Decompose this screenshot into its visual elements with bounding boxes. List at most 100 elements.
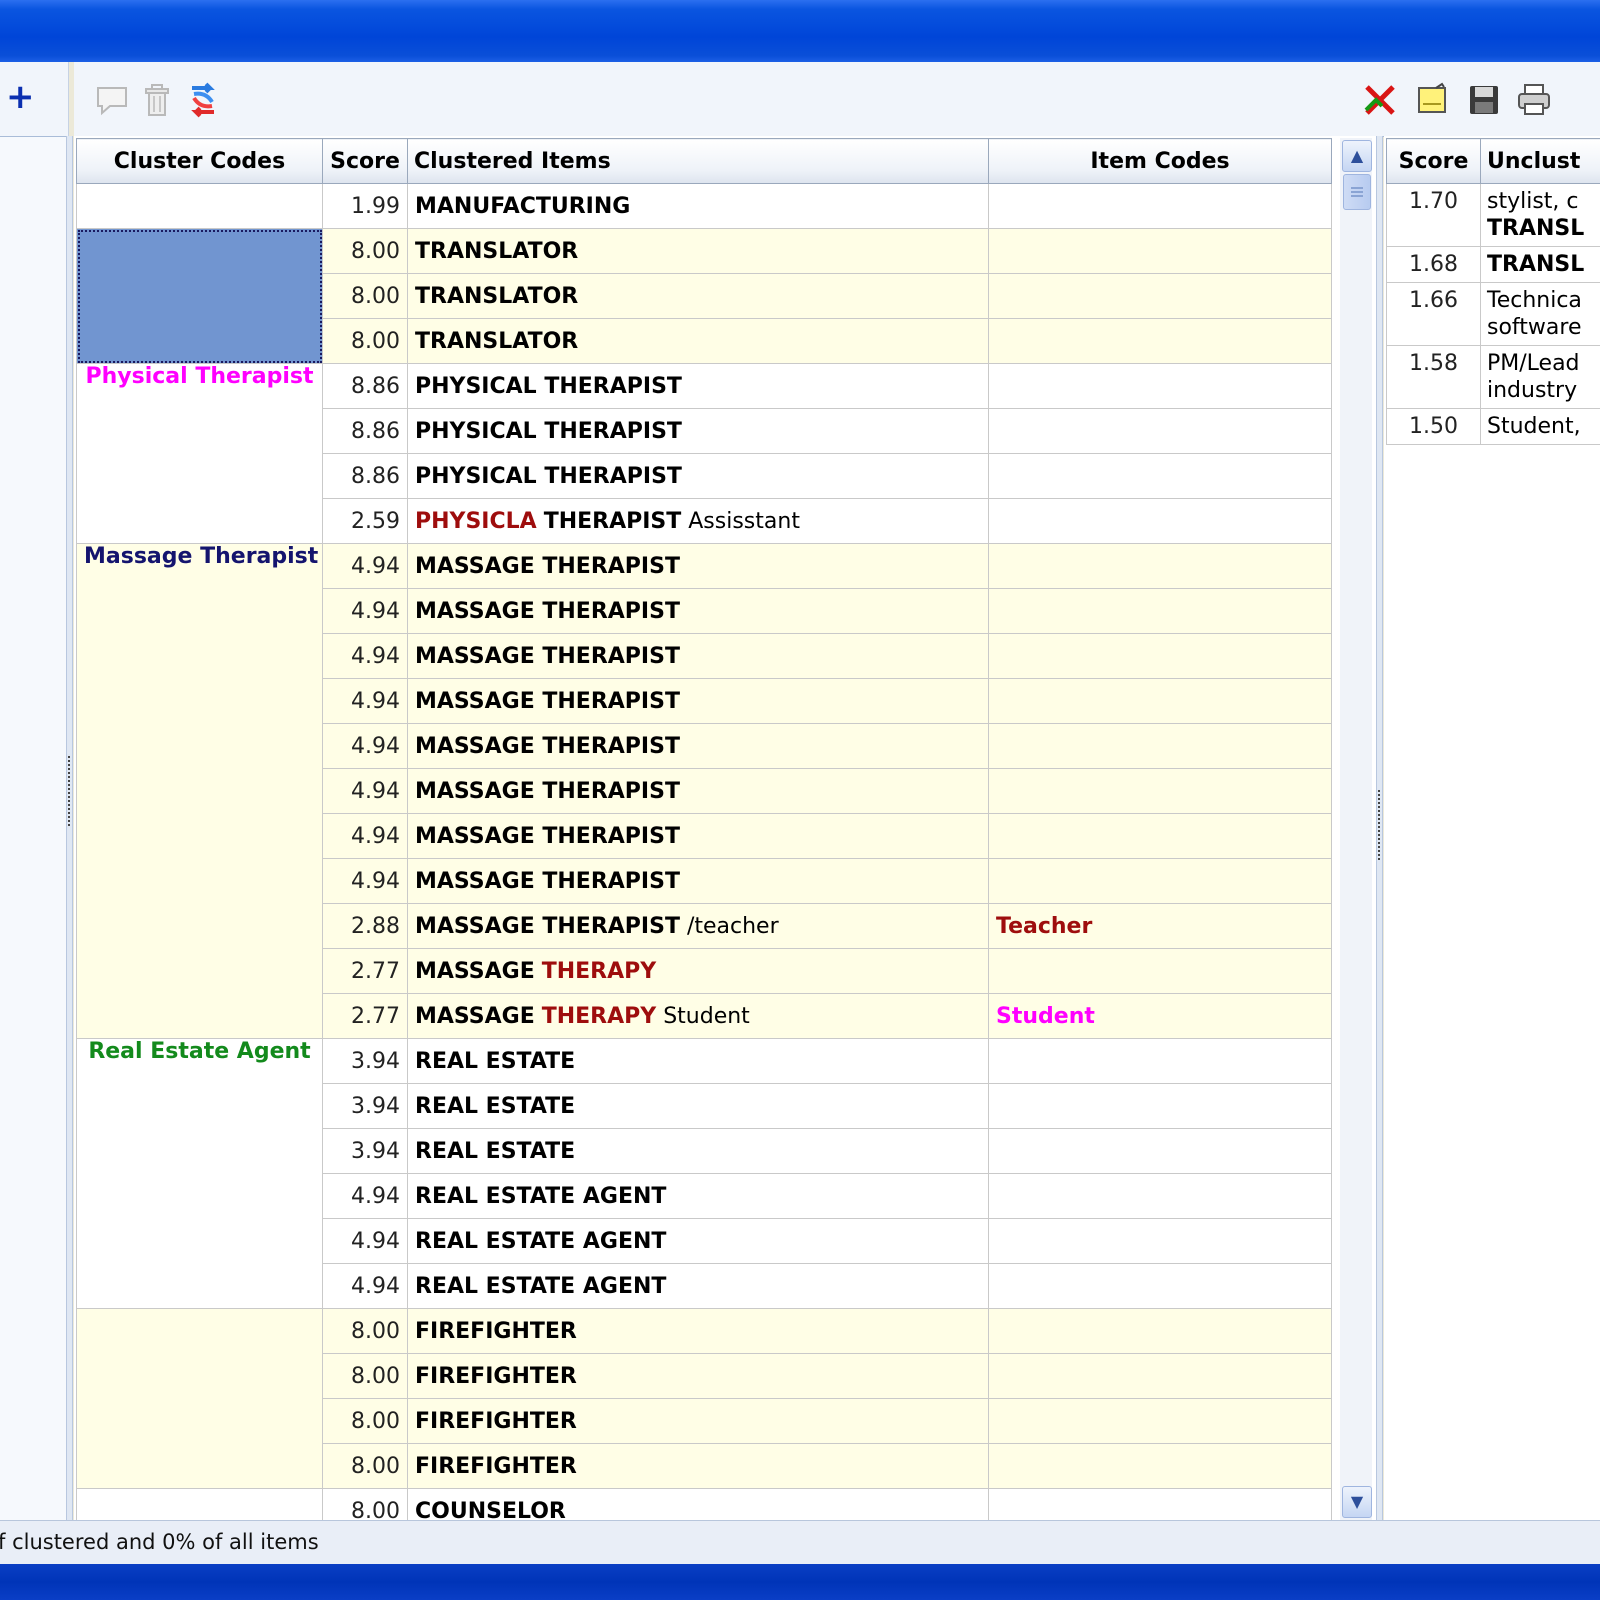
unclustered-row[interactable]: 1.66 Technica software <box>1386 282 1600 346</box>
item-code-cell[interactable] <box>988 228 1332 274</box>
score-cell[interactable]: 4.94 <box>322 1173 408 1219</box>
cluster-code-cell[interactable]: Real Estate Agent <box>76 1038 323 1309</box>
clustered-item-cell[interactable]: MASSAGE THERAPY <box>407 948 989 994</box>
trash-icon[interactable] <box>140 82 176 118</box>
clustered-item-cell[interactable]: MASSAGE THERAPIST <box>407 723 989 769</box>
col-header-score[interactable]: Score <box>322 138 408 184</box>
item-code-cell[interactable] <box>988 1128 1332 1174</box>
score-cell[interactable]: 1.99 <box>322 183 408 229</box>
score-cell[interactable]: 4.94 <box>322 543 408 589</box>
clustered-item-cell[interactable]: FIREFIGHTER <box>407 1353 989 1399</box>
clustered-item-cell[interactable]: TRANSLATOR <box>407 318 989 364</box>
clustered-item-cell[interactable]: REAL ESTATE <box>407 1128 989 1174</box>
window-title-bar[interactable] <box>0 0 1600 62</box>
item-code-cell[interactable]: Student <box>988 993 1332 1039</box>
table-row[interactable]: 8.00 FIREFIGHTER <box>76 1308 1332 1489</box>
score-cell[interactable]: 8.00 <box>322 228 408 274</box>
score-cell[interactable]: 4.94 <box>322 813 408 859</box>
cluster-code-cell[interactable] <box>76 183 323 229</box>
side-col-header-score[interactable]: Score <box>1386 138 1481 184</box>
unclustered-score-cell[interactable]: 1.68 <box>1386 246 1481 283</box>
cluster-code-cell[interactable]: Physical Therapist <box>76 363 323 544</box>
score-cell[interactable]: 4.94 <box>322 768 408 814</box>
unclustered-row[interactable]: 1.50 Student, <box>1386 408 1600 445</box>
scroll-thumb[interactable] <box>1343 174 1371 210</box>
unclustered-item-cell[interactable]: TRANSL <box>1480 246 1600 283</box>
item-code-cell[interactable] <box>988 408 1332 454</box>
print-icon[interactable] <box>1516 82 1552 118</box>
clustered-item-cell[interactable]: PHYSICAL THERAPIST <box>407 408 989 454</box>
score-cell[interactable]: 8.00 <box>322 318 408 364</box>
clustered-item-cell[interactable]: PHYSICAL THERAPIST <box>407 453 989 499</box>
clustered-item-cell[interactable]: REAL ESTATE <box>407 1038 989 1084</box>
item-code-cell[interactable] <box>988 1173 1332 1219</box>
unclustered-item-cell[interactable]: Technica software <box>1480 282 1600 346</box>
score-cell[interactable]: 4.94 <box>322 678 408 724</box>
score-cell[interactable]: 8.00 <box>322 1353 408 1399</box>
score-cell[interactable]: 8.86 <box>322 453 408 499</box>
clustered-item-cell[interactable]: MASSAGE THERAPY Student <box>407 993 989 1039</box>
delete-cross-icon[interactable] <box>1362 82 1398 118</box>
cluster-code-cell[interactable]: Massage Therapist <box>76 543 323 1039</box>
score-cell[interactable]: 8.00 <box>322 1443 408 1489</box>
unclustered-score-cell[interactable]: 1.50 <box>1386 408 1481 445</box>
clustered-item-cell[interactable]: FIREFIGHTER <box>407 1443 989 1489</box>
new-note-icon[interactable] <box>1414 82 1450 118</box>
unclustered-score-cell[interactable]: 1.70 <box>1386 183 1481 247</box>
unclustered-score-cell[interactable]: 1.66 <box>1386 282 1481 346</box>
table-row[interactable]: Massage Therapist 4.94 MASSAGE THERAPIST <box>76 543 1332 1039</box>
clustered-item-cell[interactable]: MASSAGE THERAPIST <box>407 543 989 589</box>
item-code-cell[interactable] <box>988 363 1332 409</box>
score-cell[interactable]: 2.59 <box>322 498 408 544</box>
clustered-item-cell[interactable]: REAL ESTATE AGENT <box>407 1218 989 1264</box>
item-code-cell[interactable] <box>988 1218 1332 1264</box>
item-code-cell[interactable] <box>988 273 1332 319</box>
unclustered-score-cell[interactable]: 1.58 <box>1386 345 1481 409</box>
clustered-item-cell[interactable]: REAL ESTATE <box>407 1083 989 1129</box>
item-code-cell[interactable] <box>988 723 1332 769</box>
cluster-code-cell[interactable] <box>76 1308 323 1489</box>
item-code-cell[interactable] <box>988 813 1332 859</box>
item-code-cell[interactable] <box>988 858 1332 904</box>
clustered-item-cell[interactable]: MASSAGE THERAPIST /teacher <box>407 903 989 949</box>
score-cell[interactable]: 8.00 <box>322 1308 408 1354</box>
score-cell[interactable]: 8.00 <box>322 273 408 319</box>
score-cell[interactable]: 8.00 <box>322 1398 408 1444</box>
score-cell[interactable]: 4.94 <box>322 858 408 904</box>
clustered-item-cell[interactable]: REAL ESTATE AGENT <box>407 1173 989 1219</box>
table-row[interactable]: 1.99 MANUFACTURING <box>76 183 1332 229</box>
table-row[interactable]: Real Estate Agent 3.94 REAL ESTATE <box>76 1038 1332 1309</box>
score-cell[interactable]: 3.94 <box>322 1083 408 1129</box>
item-code-cell[interactable] <box>988 1353 1332 1399</box>
unclustered-row[interactable]: 1.58 PM/Lead industry <box>1386 345 1600 409</box>
clustered-item-cell[interactable]: FIREFIGHTER <box>407 1398 989 1444</box>
side-col-header-unclustered[interactable]: Unclust <box>1480 138 1600 184</box>
unclustered-row[interactable]: 1.70 stylist, c TRANSL <box>1386 183 1600 247</box>
score-cell[interactable]: 4.94 <box>322 633 408 679</box>
save-icon[interactable] <box>1466 82 1502 118</box>
unclustered-row[interactable]: 1.68 TRANSL <box>1386 246 1600 283</box>
table-row[interactable]: 8.00 TRANSLATOR <box>76 228 1332 364</box>
item-code-cell[interactable] <box>988 183 1332 229</box>
scroll-down-button[interactable]: ▼ <box>1342 1486 1372 1518</box>
score-cell[interactable]: 4.94 <box>322 1263 408 1309</box>
score-cell[interactable]: 4.94 <box>322 588 408 634</box>
item-code-cell[interactable] <box>988 543 1332 589</box>
item-code-cell[interactable] <box>988 1083 1332 1129</box>
scroll-up-button[interactable]: ▲ <box>1342 140 1372 172</box>
clustered-item-cell[interactable]: MASSAGE THERAPIST <box>407 678 989 724</box>
item-code-cell[interactable] <box>988 498 1332 544</box>
left-splitter[interactable] <box>66 136 73 1520</box>
clustered-item-cell[interactable]: PHYSICAL THERAPIST <box>407 363 989 409</box>
clustered-item-cell[interactable]: FIREFIGHTER <box>407 1308 989 1354</box>
col-header-cluster-codes[interactable]: Cluster Codes <box>76 138 323 184</box>
clustered-item-cell[interactable]: MASSAGE THERAPIST <box>407 768 989 814</box>
score-cell[interactable]: 2.88 <box>322 903 408 949</box>
score-cell[interactable]: 8.86 <box>322 408 408 454</box>
clustered-item-cell[interactable]: TRANSLATOR <box>407 273 989 319</box>
item-code-cell[interactable] <box>988 588 1332 634</box>
vertical-scrollbar[interactable]: ▲ ▼ <box>1340 138 1372 1546</box>
item-code-cell[interactable]: Teacher <box>988 903 1332 949</box>
item-code-cell[interactable] <box>988 948 1332 994</box>
table-row[interactable]: Physical Therapist 8.86 PHYSICAL THERAPIST <box>76 363 1332 544</box>
